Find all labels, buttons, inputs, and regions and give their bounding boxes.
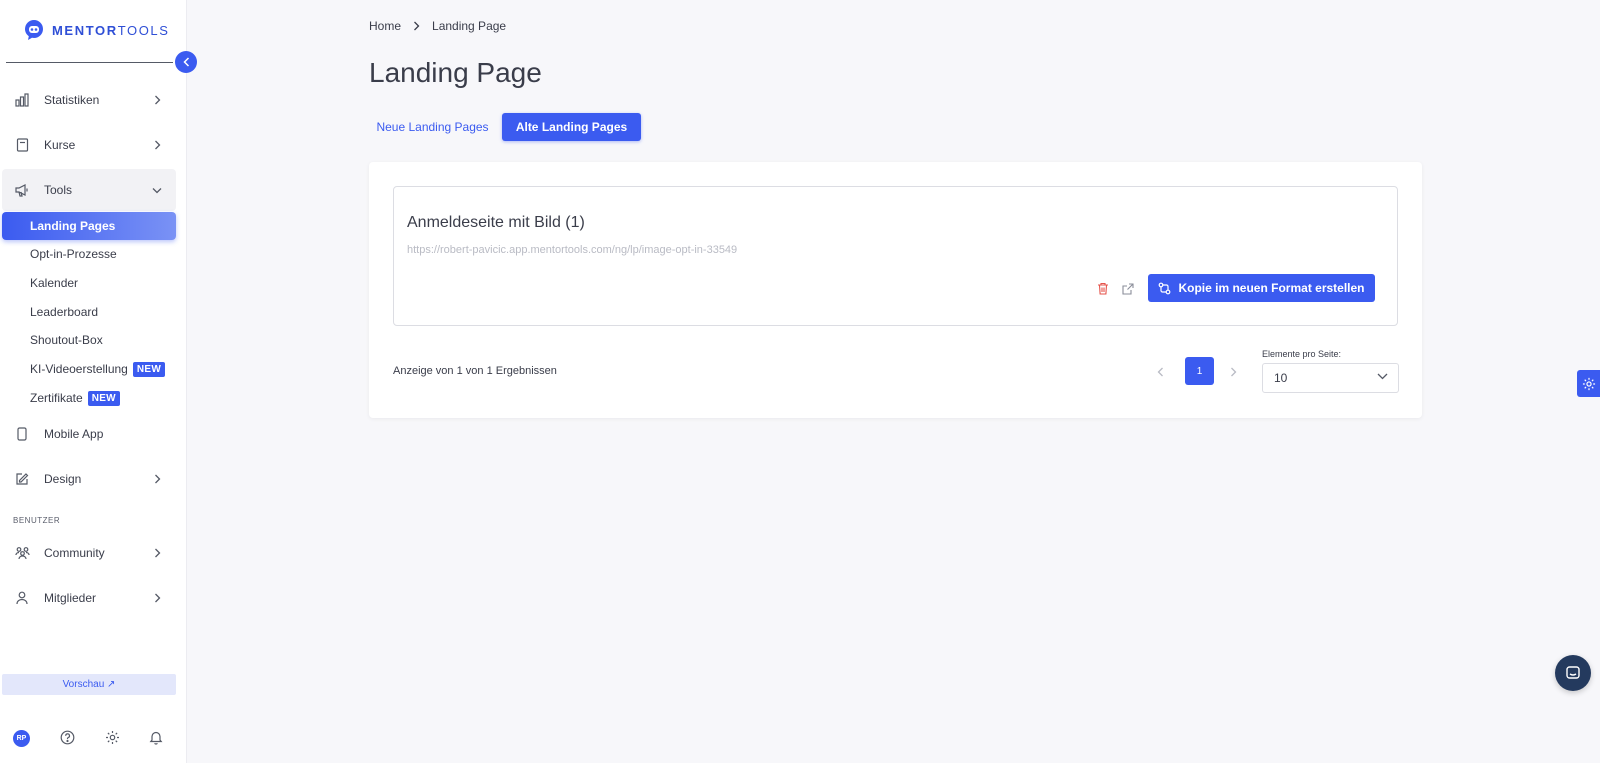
- sidebar-bottom-bar: RP: [0, 727, 187, 751]
- sidebar-item-label: Tools: [44, 183, 73, 197]
- tab-alte-landing-pages[interactable]: Alte Landing Pages: [502, 113, 641, 141]
- external-link-icon[interactable]: [1122, 282, 1136, 296]
- convert-icon: [1159, 282, 1171, 294]
- mentortools-logo-icon: [25, 20, 43, 40]
- sidebar-subitem-landing-pages[interactable]: Landing Pages: [2, 212, 176, 240]
- gear-icon: [1582, 377, 1595, 390]
- users-icon: [14, 545, 30, 561]
- help-icon[interactable]: [60, 730, 75, 750]
- user-icon: [14, 590, 30, 606]
- sidebar-item-label: Design: [44, 472, 82, 486]
- chevron-right-icon: [1231, 367, 1237, 377]
- new-badge: NEW: [132, 361, 166, 377]
- avatar[interactable]: RP: [13, 730, 30, 747]
- gear-icon[interactable]: [105, 730, 120, 750]
- chevron-right-icon: [152, 140, 162, 150]
- book-icon: [14, 137, 30, 153]
- chevron-right-icon: [414, 21, 420, 31]
- sidebar-item-label: Mobile App: [44, 427, 104, 441]
- bar-chart-icon: [14, 92, 30, 108]
- sidebar-item-statistiken[interactable]: Statistiken: [2, 79, 176, 121]
- sidebar-item-design[interactable]: Design: [2, 458, 176, 500]
- sidebar-item-kurse[interactable]: Kurse: [2, 124, 176, 166]
- sidebar-item-tools[interactable]: Tools: [2, 169, 176, 211]
- smartphone-icon: [14, 426, 30, 442]
- chevron-right-icon: [152, 593, 162, 603]
- landing-page-title: Anmeldeseite mit Bild (1): [407, 214, 585, 231]
- per-page-value: 10: [1274, 371, 1288, 385]
- per-page-label: Elemente pro Seite:: [1262, 349, 1342, 359]
- logo-text: MENTORTOOLS: [52, 22, 170, 38]
- landing-page-url: https://robert-pavicic.app.mentortools.c…: [407, 244, 738, 256]
- landing-page-card: Anmeldeseite mit Bild (1) https://robert…: [393, 186, 1398, 326]
- sidebar-item-label: Kurse: [44, 138, 76, 152]
- sidebar-item-mobile-app[interactable]: Mobile App: [2, 413, 176, 455]
- new-badge: NEW: [87, 390, 120, 406]
- chevron-right-icon: [152, 548, 162, 558]
- tab-neue-landing-pages[interactable]: Neue Landing Pages: [369, 113, 496, 141]
- sidebar-item-label: Mitglieder: [44, 591, 97, 605]
- logo[interactable]: MENTORTOOLS: [22, 18, 170, 42]
- sidebar: MENTORTOOLS Statistiken Kurse Tools Land…: [0, 0, 187, 763]
- sidebar-subitem-shoutout-box[interactable]: Shoutout-Box: [2, 326, 176, 354]
- edit-icon: [14, 471, 30, 487]
- per-page-select[interactable]: 10: [1262, 363, 1399, 393]
- settings-side-button[interactable]: [1577, 370, 1600, 397]
- pagination-prev-button[interactable]: [1157, 364, 1169, 378]
- sidebar-divider: [6, 62, 173, 63]
- landing-pages-panel: Anmeldeseite mit Bild (1) https://robert…: [369, 162, 1422, 418]
- sidebar-item-label: Community: [44, 546, 105, 560]
- breadcrumb-current: Landing Page: [432, 19, 507, 33]
- copy-new-format-label: Kopie im neuen Format erstellen: [1178, 281, 1365, 295]
- breadcrumb-home[interactable]: Home: [369, 19, 401, 33]
- sidebar-subitem-leaderboard[interactable]: Leaderboard: [2, 298, 176, 326]
- preview-button[interactable]: Vorschau ↗: [2, 674, 176, 695]
- chat-support-button[interactable]: [1555, 655, 1591, 691]
- sidebar-subitem-ki-videoerstellung[interactable]: KI-Videoerstellung NEW: [2, 355, 176, 383]
- chevron-left-icon: [1157, 367, 1163, 377]
- chevron-down-icon: [152, 185, 162, 195]
- breadcrumb: Home Landing Page: [369, 19, 506, 33]
- pagination-page-button[interactable]: 1: [1185, 357, 1214, 385]
- chevron-right-icon: [152, 474, 162, 484]
- trash-icon[interactable]: [1097, 282, 1111, 296]
- chevron-left-icon: [182, 57, 189, 67]
- section-label-benutzer: BENUTZER: [13, 516, 61, 525]
- page-title: Landing Page: [369, 57, 542, 88]
- chevron-right-icon: [152, 95, 162, 105]
- chat-icon: [1566, 666, 1580, 679]
- bell-icon[interactable]: [149, 730, 163, 750]
- sidebar-subitem-zertifikate[interactable]: Zertifikate NEW: [2, 384, 176, 412]
- megaphone-icon: [14, 182, 30, 198]
- sidebar-item-community[interactable]: Community: [2, 532, 176, 574]
- sidebar-collapse-button[interactable]: [175, 51, 197, 73]
- results-count: Anzeige von 1 von 1 Ergebnissen: [393, 365, 557, 377]
- chevron-down-icon: [1377, 373, 1388, 380]
- sidebar-subitem-kalender[interactable]: Kalender: [2, 269, 176, 297]
- copy-new-format-button[interactable]: Kopie im neuen Format erstellen: [1148, 274, 1375, 302]
- pagination-next-button[interactable]: [1230, 364, 1242, 378]
- sidebar-item-mitglieder[interactable]: Mitglieder: [2, 577, 176, 619]
- sidebar-subitem-opt-in-prozesse[interactable]: Opt-in-Prozesse: [2, 240, 176, 268]
- sidebar-item-label: Statistiken: [44, 93, 100, 107]
